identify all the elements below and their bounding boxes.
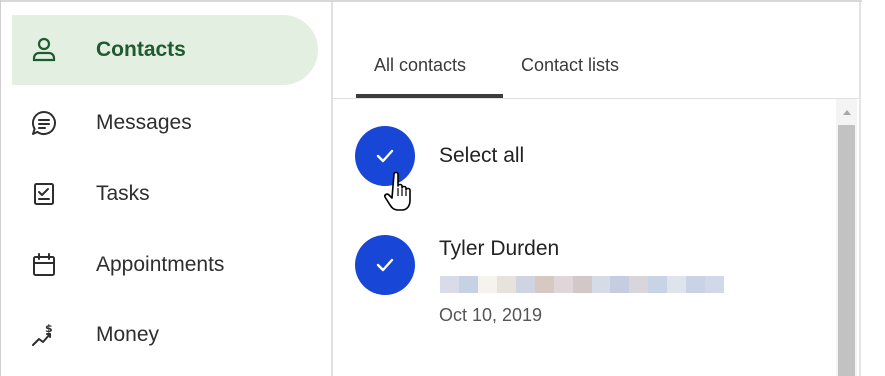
- calendar-icon: [30, 251, 58, 279]
- contact-name[interactable]: Tyler Durden: [439, 237, 559, 261]
- tabs-divider: [333, 98, 859, 99]
- redacted-contact-detail: [440, 276, 725, 293]
- sidebar-item-label: Appointments: [96, 253, 225, 276]
- person-icon: [30, 36, 58, 64]
- select-all-label: Select all: [439, 144, 525, 167]
- sidebar: Contacts Messages Tasks Appointments $ M…: [1, 2, 331, 376]
- sidebar-item-label: Messages: [96, 111, 192, 134]
- contact-checkbox[interactable]: [355, 235, 415, 295]
- sidebar-item-money[interactable]: $ Money: [12, 300, 318, 370]
- panel-right-border: [859, 2, 861, 376]
- check-icon: [376, 149, 394, 163]
- chat-bubble-icon: [30, 109, 58, 137]
- scroll-up-arrow-icon[interactable]: [836, 103, 857, 121]
- tab-contact-lists[interactable]: Contact lists: [521, 55, 619, 76]
- contact-date: Oct 10, 2019: [439, 305, 543, 325]
- money-trend-icon: $: [30, 321, 58, 349]
- sidebar-item-label: Tasks: [96, 182, 150, 205]
- svg-text:$: $: [45, 322, 53, 335]
- scrollbar-thumb[interactable]: [838, 125, 855, 376]
- task-checklist-icon: [30, 180, 58, 208]
- sidebar-item-label: Contacts: [96, 38, 186, 61]
- tab-all-contacts[interactable]: All contacts: [374, 55, 466, 76]
- sidebar-item-tasks[interactable]: Tasks: [12, 159, 318, 229]
- sidebar-divider: [331, 2, 333, 376]
- sidebar-item-appointments[interactable]: Appointments: [12, 230, 318, 300]
- sidebar-item-label: Money: [96, 323, 160, 346]
- check-icon: [376, 258, 394, 272]
- sidebar-item-messages[interactable]: Messages: [12, 88, 318, 158]
- sidebar-item-contacts[interactable]: Contacts: [12, 15, 318, 85]
- select-all-checkbox[interactable]: [355, 126, 415, 186]
